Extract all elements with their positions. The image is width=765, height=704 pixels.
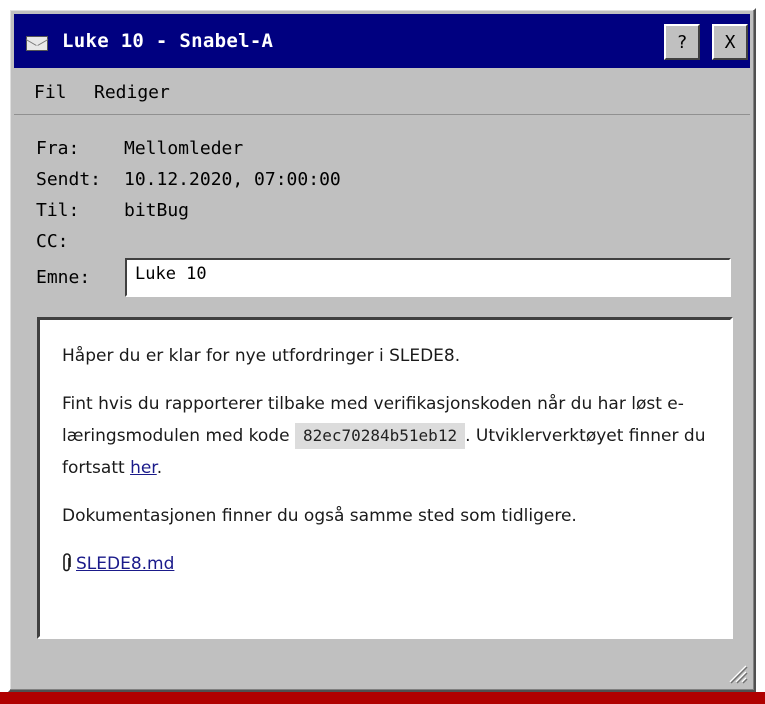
from-value: Mellomleder [124,138,244,159]
to-value: bitBug [124,200,190,221]
desktop-bottom-strip [0,692,765,704]
sent-label: Sendt: [36,169,102,190]
subject-label: Emne: [36,267,91,288]
message-paragraph-3: Dokumentasjonen finner du også samme ste… [62,506,577,526]
menu-fil[interactable]: Fil [34,82,67,103]
from-label: Fra: [36,138,80,159]
sent-value: 10.12.2020, 07:00:00 [124,169,341,190]
message-text-3: . [156,458,163,478]
menu-rediger[interactable]: Rediger [94,82,170,103]
envelope-icon [26,36,48,51]
to-label: Til: [36,200,80,221]
message-body: Håper du er klar for nye utfordringer i … [37,317,733,639]
title-bar[interactable]: Luke 10 - Snabel-A ? X [14,14,750,68]
help-button[interactable]: ? [664,24,700,60]
close-button[interactable]: X [712,24,748,60]
menu-bar: Fil Rediger [14,72,750,115]
message-paragraph-1: Håper du er klar for nye utfordringer i … [62,346,461,366]
email-window: Luke 10 - Snabel-A ? X Fil Rediger Fra: … [8,8,756,692]
desktop-right-strip [755,0,765,692]
attachment-row: SLEDE8.md [62,548,708,580]
message-paragraph-2: Fint hvis du rapporterer tilbake med ver… [62,388,708,484]
paperclip-icon [63,553,71,572]
module-code: 82ec70284b51eb12 [294,423,466,449]
subject-field[interactable]: Luke 10 [125,258,731,297]
resize-grip-icon[interactable] [726,662,748,684]
attachment-link[interactable]: SLEDE8.md [76,554,174,574]
cc-label: CC: [36,231,69,252]
dev-tool-link[interactable]: her [130,458,157,478]
window-title: Luke 10 - Snabel-A [62,30,274,52]
